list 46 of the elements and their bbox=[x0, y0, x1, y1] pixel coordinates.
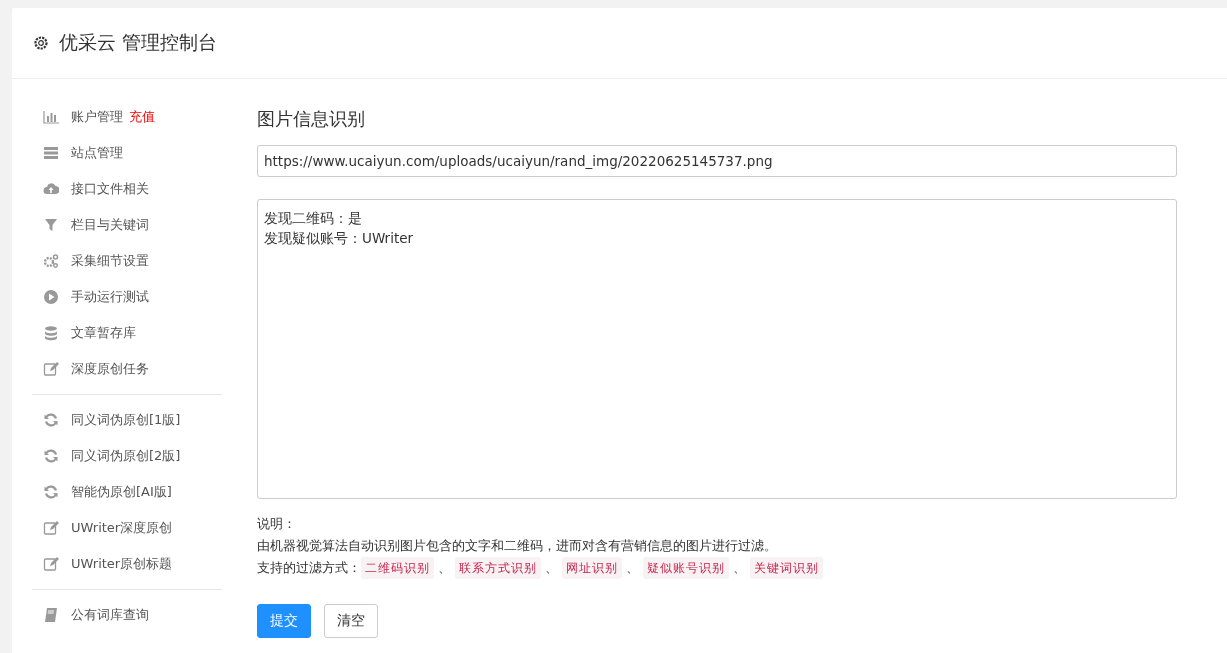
sidebar-item[interactable]: 账户管理 充值 bbox=[32, 99, 222, 135]
sidebar-item[interactable]: 同义词伪原创[1版] bbox=[32, 402, 222, 438]
section-title: 图片信息识别 bbox=[257, 107, 366, 131]
page-title: 优采云 管理控制台 bbox=[59, 30, 218, 55]
method-tag: 关键词识别 bbox=[750, 557, 823, 579]
result-box[interactable]: 发现二维码：是 发现疑似账号：UWriter bbox=[257, 199, 1177, 499]
edit-icon bbox=[43, 361, 59, 377]
separator: 、 bbox=[733, 559, 746, 577]
edit-icon bbox=[43, 520, 59, 536]
chart-icon bbox=[43, 109, 59, 125]
database-icon bbox=[43, 325, 59, 341]
notes-heading: 说明： bbox=[257, 515, 297, 533]
separator: 、 bbox=[626, 559, 639, 577]
sidebar-item[interactable]: 深度原创任务 bbox=[32, 351, 222, 387]
sidebar-item[interactable]: 智能伪原创[AI版] bbox=[32, 474, 222, 510]
recharge-link[interactable]: 充值 bbox=[129, 108, 155, 126]
sidebar-item[interactable]: 公有词库查询 bbox=[32, 597, 222, 633]
separator: 、 bbox=[545, 559, 558, 577]
edit-icon bbox=[43, 556, 59, 572]
sidebar-item[interactable]: 手动运行测试 bbox=[32, 279, 222, 315]
play-icon bbox=[43, 289, 59, 305]
book-icon bbox=[43, 607, 59, 623]
clear-button[interactable]: 清空 bbox=[324, 604, 378, 638]
refresh-icon bbox=[43, 412, 59, 428]
refresh-icon bbox=[43, 484, 59, 500]
notes-description: 由机器视觉算法自动识别图片包含的文字和二维码，进而对含有营销信息的图片进行过滤。 bbox=[257, 537, 778, 555]
sidebar-item[interactable]: 站点管理 bbox=[32, 135, 222, 171]
methods-label: 支持的过滤方式： bbox=[257, 559, 361, 577]
method-tag: 疑似账号识别 bbox=[643, 557, 729, 579]
sidebar-item[interactable]: 采集细节设置 bbox=[32, 243, 222, 279]
sidebar-item[interactable]: 文章暂存库 bbox=[32, 315, 222, 351]
sidebar-item[interactable]: UWriter深度原创 bbox=[32, 510, 222, 546]
sidebar-item[interactable]: 同义词伪原创[2版] bbox=[32, 438, 222, 474]
sidebar-item[interactable]: 栏目与关键词 bbox=[32, 207, 222, 243]
server-icon bbox=[43, 145, 59, 161]
cloud-icon bbox=[43, 181, 59, 197]
filter-icon bbox=[43, 217, 59, 233]
method-tag: 二维码识别 bbox=[361, 557, 434, 579]
refresh-icon bbox=[43, 448, 59, 464]
sidebar-item[interactable]: UWriter原创标题 bbox=[32, 546, 222, 582]
separator: 、 bbox=[438, 559, 451, 577]
method-tag: 联系方式识别 bbox=[455, 557, 541, 579]
settings-icon bbox=[33, 35, 49, 51]
url-field[interactable]: https://www.ucaiyun.com/uploads/ucaiyun/rand_img/20220625145737.png bbox=[257, 145, 1177, 177]
method-tag: 网址识别 bbox=[562, 557, 622, 579]
sidebar-item[interactable]: 接口文件相关 bbox=[32, 171, 222, 207]
